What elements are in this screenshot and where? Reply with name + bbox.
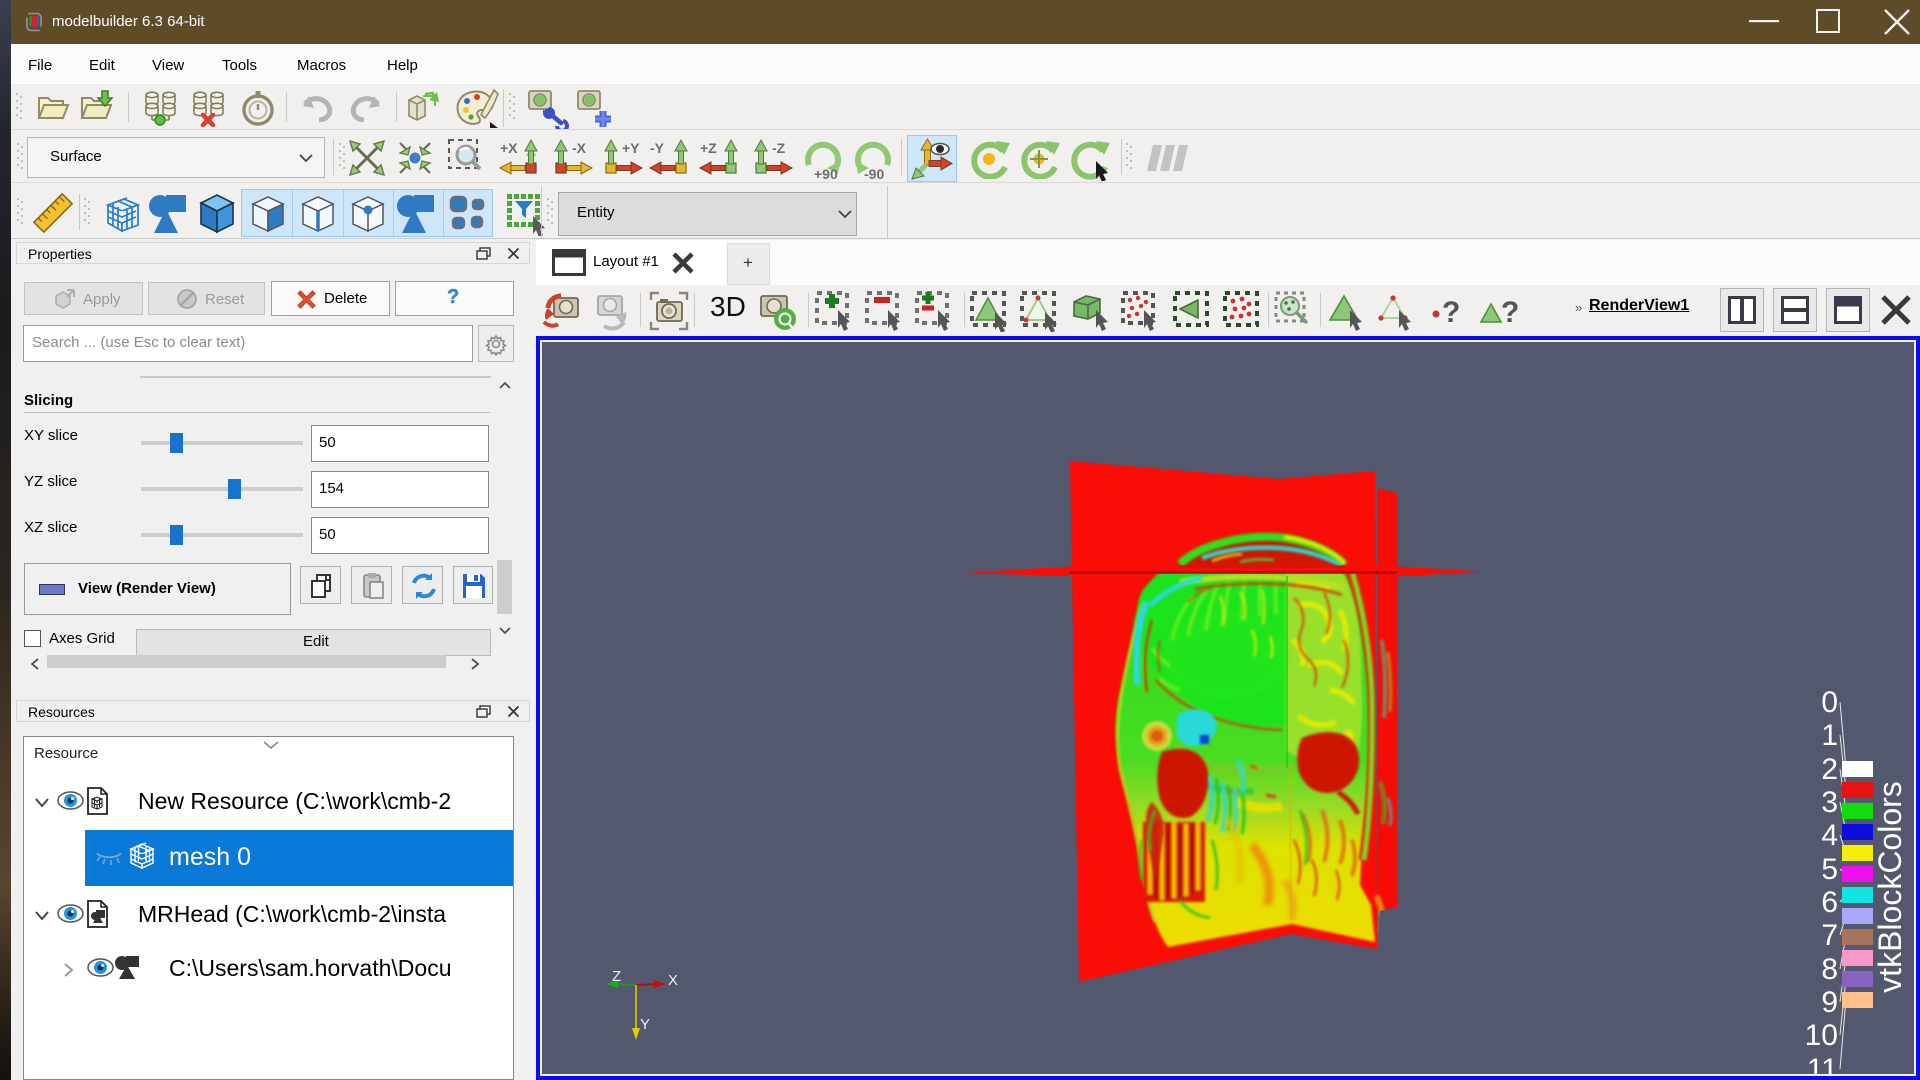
svg-text:2: 2 (1821, 753, 1838, 786)
svg-text:-Y: -Y (650, 140, 665, 156)
svg-text:X: X (668, 972, 678, 989)
svg-text:+90: +90 (814, 166, 838, 181)
svg-text:6: 6 (1821, 886, 1838, 919)
svg-text:-90: -90 (864, 166, 884, 181)
svg-text:?: ? (1442, 296, 1460, 329)
svg-text:-X: -X (572, 140, 587, 156)
svg-text:+Z: +Z (700, 140, 717, 156)
svg-text:10: 10 (1805, 1019, 1838, 1052)
svg-text:9: 9 (1821, 986, 1838, 1019)
svg-text:3: 3 (1821, 786, 1838, 819)
svg-text:-Z: -Z (772, 140, 786, 156)
svg-text:Z: Z (612, 968, 621, 985)
svg-text:+X: +X (500, 140, 518, 156)
svg-text:7: 7 (1821, 919, 1838, 952)
svg-text:1: 1 (1821, 719, 1838, 752)
svg-text:Y: Y (640, 1016, 650, 1033)
svg-text:11: 11 (1807, 1053, 1838, 1078)
svg-text:vtkBlockColors: vtkBlockColors (1872, 781, 1908, 993)
svg-text:+Y: +Y (622, 140, 640, 156)
svg-text:5: 5 (1821, 853, 1838, 886)
svg-text:?: ? (1501, 296, 1519, 329)
svg-text:4: 4 (1821, 819, 1838, 852)
svg-text:0: 0 (1821, 686, 1838, 719)
svg-text:8: 8 (1821, 953, 1838, 986)
